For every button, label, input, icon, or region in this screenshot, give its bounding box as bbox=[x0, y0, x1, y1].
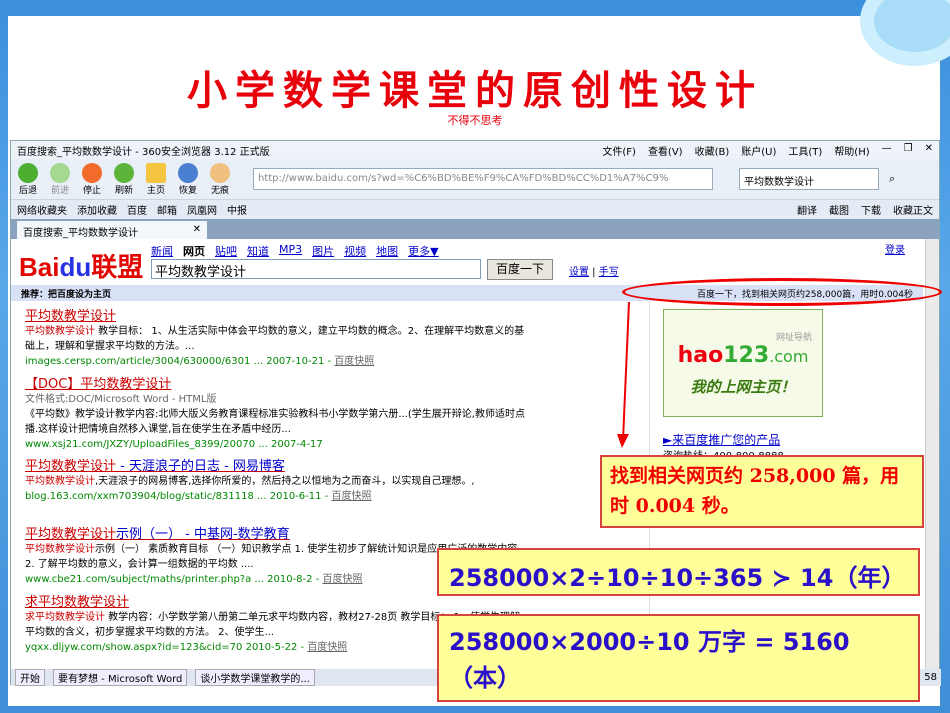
result-title[interactable]: 平均数教学设计 bbox=[25, 309, 525, 324]
result-title[interactable]: 【DOC】平均数教学设计 bbox=[25, 377, 525, 392]
result-title[interactable]: 平均数教学设计示例（一） - 中基网-数学教育 bbox=[25, 527, 525, 542]
menu-view[interactable]: 查看(V) bbox=[648, 143, 683, 158]
slide-title: 小学数学课堂的原创性设计 bbox=[187, 67, 763, 114]
close-tab-icon[interactable]: ✕ bbox=[193, 224, 201, 236]
window-title: 百度搜索_平均数数学设计 - 360安全浏览器 3.12 正式版 bbox=[17, 146, 270, 158]
slide-subtitle: 不得不思考 bbox=[447, 114, 503, 127]
menu-favorites[interactable]: 收藏(B) bbox=[695, 143, 730, 158]
search-result: 平均数教学设计 - 天涯浪子的日志 - 网易博客 平均数教学设计,天涯浪子的网易… bbox=[25, 459, 525, 504]
nav-images[interactable]: 图片 bbox=[312, 243, 334, 259]
nav-zhidao[interactable]: 知道 bbox=[247, 243, 269, 259]
menu-help[interactable]: 帮助(H) bbox=[834, 143, 869, 158]
tab-bar: 百度搜索_平均数数学设计 ✕ bbox=[11, 219, 939, 239]
nav-more[interactable]: 更多▼ bbox=[408, 243, 438, 259]
save-text-button[interactable]: 收藏正文 bbox=[893, 202, 933, 217]
favorites-bar: 网络收藏夹 添加收藏 百度 邮箱 凤凰网 中报 翻译 截图 下载 收藏正文 bbox=[11, 199, 939, 219]
restore-tab-button[interactable]: 恢复 bbox=[177, 162, 199, 196]
handwrite-link[interactable]: 手写 bbox=[599, 267, 619, 278]
cache-link[interactable]: 百度快照 bbox=[323, 574, 363, 585]
nav-web[interactable]: 网页 bbox=[183, 243, 205, 259]
refresh-icon bbox=[114, 162, 134, 183]
result-title[interactable]: 平均数教学设计 - 天涯浪子的日志 - 网易博客 bbox=[25, 459, 525, 474]
screenshot-button[interactable]: 截图 bbox=[829, 202, 849, 217]
forward-arrow-icon bbox=[50, 162, 70, 183]
cache-link[interactable]: 百度快照 bbox=[307, 642, 347, 653]
clock: 58 bbox=[924, 672, 937, 683]
result-title[interactable]: 求平均数教学设计 bbox=[25, 595, 525, 610]
paw-icon bbox=[210, 162, 230, 183]
fav-item[interactable]: 网络收藏夹 bbox=[17, 202, 67, 217]
callout-calc-books: 258000×2000÷10 万字 = 5160（本） bbox=[437, 614, 920, 702]
restore-button[interactable]: ❐ bbox=[904, 143, 913, 158]
highlight-ellipse bbox=[622, 278, 942, 306]
search-icon[interactable]: ⌕ bbox=[889, 172, 895, 186]
baidu-search-input[interactable]: 平均数教学设计 bbox=[151, 259, 481, 280]
close-button[interactable]: ✕ bbox=[925, 143, 933, 158]
settings-link[interactable]: 设置 bbox=[569, 267, 589, 278]
search-result: 平均数教学设计 平均数教学设计 教学目标： 1、从生活实际中体会平均数的意义，建… bbox=[25, 309, 525, 367]
fav-item[interactable]: 中报 bbox=[227, 202, 247, 217]
incognito-button[interactable]: 无痕 bbox=[209, 162, 231, 196]
tab-baidu[interactable]: 百度搜索_平均数数学设计 ✕ bbox=[17, 221, 207, 239]
browser-search-input[interactable]: 平均数数学设计 bbox=[739, 168, 879, 190]
minimize-button[interactable]: — bbox=[882, 143, 892, 158]
back-arrow-icon bbox=[18, 162, 38, 183]
stop-icon bbox=[82, 162, 102, 183]
browser-window: 百度搜索_平均数数学设计 - 360安全浏览器 3.12 正式版 文件(F) 查… bbox=[10, 140, 941, 686]
address-bar[interactable]: http://www.baidu.com/s?wd=%C6%BD%BE%F9%C… bbox=[253, 168, 713, 190]
decoration bbox=[860, 0, 950, 66]
nav-news[interactable]: 新闻 bbox=[151, 243, 173, 259]
nav-video[interactable]: 视频 bbox=[344, 243, 366, 259]
cache-link[interactable]: 百度快照 bbox=[331, 491, 371, 502]
stop-button[interactable]: 停止 bbox=[81, 162, 103, 196]
nav-map[interactable]: 地图 bbox=[376, 243, 398, 259]
undo-icon bbox=[178, 162, 198, 183]
home-button[interactable]: 主页 bbox=[145, 162, 167, 196]
translate-button[interactable]: 翻译 bbox=[797, 202, 817, 217]
baidu-nav: 新闻 网页 贴吧 知道 MP3 图片 视频 地图 更多▼ bbox=[151, 243, 439, 259]
download-button[interactable]: 下载 bbox=[861, 202, 881, 217]
scrollbar[interactable] bbox=[925, 239, 939, 669]
callout-found: 找到相关网页约 258,000 篇，用时 0.004 秒。 bbox=[600, 455, 924, 528]
menu-account[interactable]: 账户(U) bbox=[741, 143, 776, 158]
baidu-logo[interactable]: Baidu联盟 bbox=[19, 247, 143, 284]
menu-file[interactable]: 文件(F) bbox=[602, 143, 636, 158]
taskbar-item[interactable]: 要有梦想 - Microsoft Word bbox=[53, 669, 188, 686]
fav-item[interactable]: 百度 bbox=[127, 202, 147, 217]
promo-link[interactable]: ►来百度推广您的产品 bbox=[663, 431, 780, 448]
callout-calc-years: 258000×2÷10÷10÷365 ≻ 14（年） bbox=[437, 548, 920, 596]
fav-item[interactable]: 添加收藏 bbox=[77, 202, 117, 217]
taskbar-item[interactable]: 谈小学数学课堂教学的... bbox=[195, 669, 315, 686]
fav-item[interactable]: 邮箱 bbox=[157, 202, 177, 217]
home-icon bbox=[146, 162, 166, 183]
nav-tieba[interactable]: 贴吧 bbox=[215, 243, 237, 259]
search-result: 【DOC】平均数教学设计 文件格式:DOC/Microsoft Word - H… bbox=[25, 377, 525, 450]
red-arrow bbox=[617, 301, 630, 448]
fav-item[interactable]: 凤凰网 bbox=[187, 202, 217, 217]
baidu-search-button[interactable]: 百度一下 bbox=[487, 259, 553, 280]
toolbar: 后退 前进 停止 刷新 主页 恢复 无痕 http://www.baidu.co… bbox=[11, 159, 939, 199]
menu-tools[interactable]: 工具(T) bbox=[788, 143, 822, 158]
nav-mp3[interactable]: MP3 bbox=[279, 243, 302, 259]
hao123-ad[interactable]: 网址导航 hao123.com 我的上网主页！ bbox=[663, 309, 823, 417]
recommend-link[interactable]: 推荐：把百度设为主页 bbox=[21, 287, 111, 300]
refresh-button[interactable]: 刷新 bbox=[113, 162, 135, 196]
start-button[interactable]: 开始 bbox=[15, 669, 45, 686]
title-bar: 百度搜索_平均数数学设计 - 360安全浏览器 3.12 正式版 文件(F) 查… bbox=[11, 141, 939, 159]
login-link[interactable]: 登录 bbox=[885, 241, 905, 256]
forward-button[interactable]: 前进 bbox=[49, 162, 71, 196]
back-button[interactable]: 后退 bbox=[17, 162, 39, 196]
cache-link[interactable]: 百度快照 bbox=[334, 356, 374, 367]
